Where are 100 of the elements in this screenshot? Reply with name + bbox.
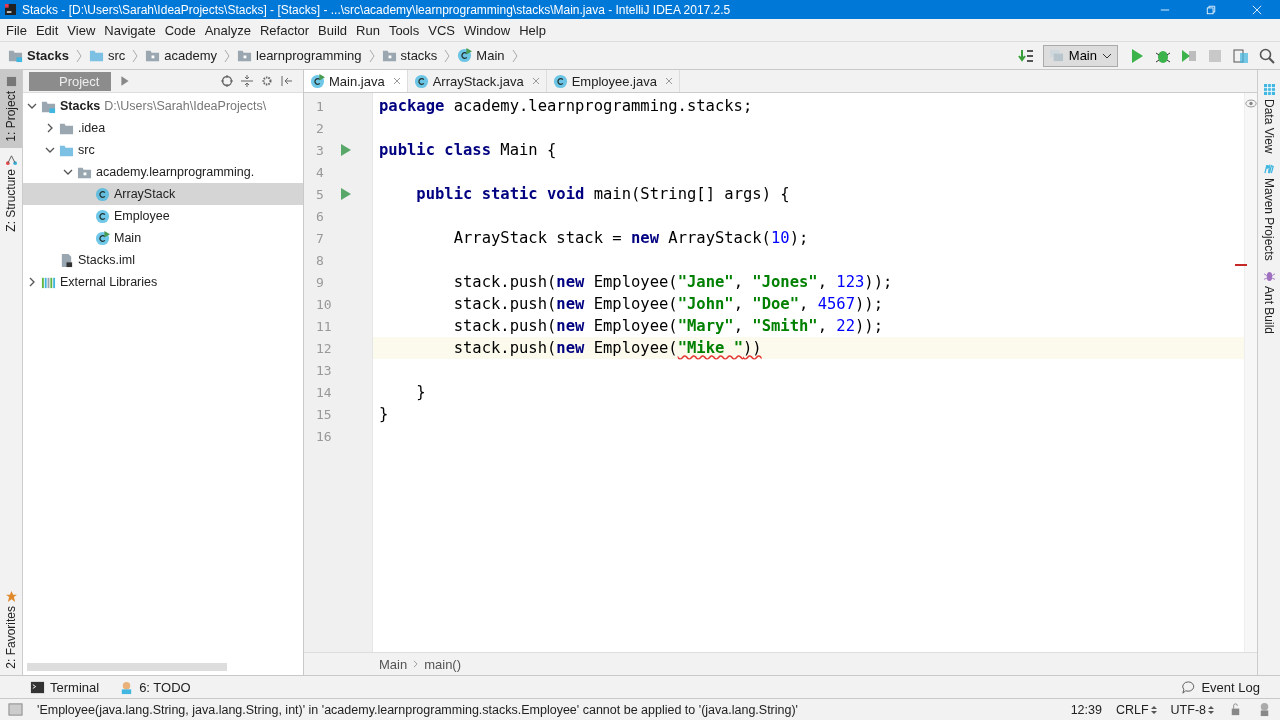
code-line: stack.push(new Employee("John", "Doe", 4567)); xyxy=(452,295,883,313)
maven-icon xyxy=(1263,163,1275,175)
run-icon[interactable] xyxy=(1129,47,1145,64)
breadcrumb-item[interactable]: academy xyxy=(164,48,217,63)
line-number: 7 xyxy=(316,230,324,246)
tool-window-tab[interactable]: Ant Build xyxy=(1258,271,1280,335)
restore-icon[interactable] xyxy=(1206,4,1216,15)
close-icon[interactable] xyxy=(392,77,401,85)
settings-icon[interactable] xyxy=(261,75,273,87)
line-number: 10 xyxy=(316,296,332,312)
eye-icon[interactable] xyxy=(1245,99,1257,108)
code-line: ArrayStack stack = new ArrayStack(10); xyxy=(452,229,809,247)
chevron-icon xyxy=(444,48,451,63)
close-icon[interactable] xyxy=(664,77,673,85)
terminal-icon xyxy=(30,679,45,695)
menu-item[interactable]: Tools xyxy=(384,22,425,38)
menu-item[interactable]: Run xyxy=(352,22,385,38)
tree-item-label[interactable]: .idea xyxy=(78,121,106,135)
editor-tab[interactable]: Main.java xyxy=(304,70,408,92)
menu-item[interactable]: Navigate xyxy=(100,22,161,38)
tool-window-tab[interactable]: Data View xyxy=(1258,84,1280,154)
tree-item-label[interactable]: academy.learnprogramming. xyxy=(96,165,255,179)
target-icon[interactable] xyxy=(221,75,233,87)
tool-window-button[interactable]: 6: TODO xyxy=(119,679,191,695)
tree-item-label[interactable]: ArrayStack xyxy=(114,187,176,201)
breadcrumb-item[interactable]: Main xyxy=(379,656,408,672)
menu-item[interactable]: Help xyxy=(515,22,551,38)
search-icon[interactable] xyxy=(1259,47,1275,64)
tree-item-label[interactable]: Stacks.iml xyxy=(78,253,135,267)
build-icon[interactable] xyxy=(1017,47,1034,64)
tool-window-tab[interactable]: 1: Project xyxy=(0,70,22,148)
table-icon xyxy=(1263,84,1275,95)
panel-toggle-icon[interactable] xyxy=(8,702,23,717)
tool-window-tab[interactable]: Z: Structure xyxy=(0,147,22,238)
collapse-icon[interactable] xyxy=(241,75,253,87)
tool-window-button[interactable]: Terminal xyxy=(30,679,100,695)
breadcrumb-item[interactable]: main() xyxy=(424,656,462,672)
up-down-arrows-icon xyxy=(1208,704,1214,715)
breadcrumb-item[interactable]: src xyxy=(107,48,126,63)
encoding-selector[interactable]: UTF-8 xyxy=(1170,702,1214,717)
app-icon xyxy=(5,4,16,15)
line-number: 14 xyxy=(316,384,332,400)
line-number: 4 xyxy=(316,164,324,180)
chevron-icon xyxy=(511,48,518,63)
editor-tab[interactable]: Employee.java xyxy=(546,70,680,92)
class-icon xyxy=(552,73,568,89)
window-title: Stacks - [D:\Users\Sarah\IdeaProjects\Stacks] - [Stacks] - ...\src\academy\learnprogramming\stacks\Main.java - IntelliJ IDEA 2017.2.5 xyxy=(22,2,731,17)
code-line: } xyxy=(379,405,389,423)
code-line: stack.push(new Employee("Mike ")) xyxy=(452,339,762,357)
up-down-arrows-icon xyxy=(1150,704,1157,715)
code-line: public static void main(String[] args) { xyxy=(415,185,790,203)
tool-window-tab[interactable]: Maven Projects xyxy=(1258,163,1280,262)
event-log-button[interactable]: Event Log xyxy=(1181,679,1260,695)
breadcrumb-item[interactable]: Stacks xyxy=(27,48,69,63)
editor-tab[interactable]: ArrayStack.java xyxy=(407,70,547,92)
line-number: 1 xyxy=(316,98,324,114)
close-icon[interactable] xyxy=(531,77,540,85)
caret-icon xyxy=(1102,52,1112,59)
speech-bubble-icon xyxy=(1181,679,1197,695)
hide-icon[interactable] xyxy=(281,75,293,87)
tree-item-label[interactable]: External Libraries xyxy=(60,275,158,289)
menu-item[interactable]: File xyxy=(2,22,32,38)
menu-item[interactable]: Build xyxy=(314,22,352,38)
menu-item[interactable]: VCS xyxy=(424,22,460,38)
tree-item-label[interactable]: Employee xyxy=(114,209,170,223)
tool-window-tab[interactable]: 2: Favorites xyxy=(0,585,22,675)
menu-item[interactable]: Analyze xyxy=(200,22,256,38)
line-separator-selector[interactable]: CRLF xyxy=(1115,702,1157,717)
horizontal-scrollbar[interactable] xyxy=(27,663,227,671)
line-number: 8 xyxy=(316,252,324,268)
run-gutter-icon[interactable] xyxy=(341,188,351,200)
line-number: 16 xyxy=(316,428,332,444)
run-configuration-dropdown[interactable]: Main xyxy=(1042,44,1118,67)
menu-item[interactable]: Edit xyxy=(31,22,64,38)
runnable-class-icon xyxy=(95,230,110,246)
menu-item[interactable]: Window xyxy=(459,22,516,38)
tree-item-label[interactable]: Main xyxy=(114,231,142,245)
runnable-class-icon xyxy=(457,48,473,63)
runnable-class-icon xyxy=(310,73,325,89)
breadcrumb-item[interactable]: learnprogramming xyxy=(256,48,362,63)
menu-item[interactable]: Refactor xyxy=(255,22,315,38)
breadcrumb-item[interactable]: stacks xyxy=(400,48,438,63)
chevron-icon xyxy=(132,48,139,63)
cursor-position[interactable]: 12:39 xyxy=(1070,702,1102,717)
menu-item[interactable]: View xyxy=(63,22,101,38)
project-path: D:\Users\Sarah\IdeaProjects\ xyxy=(104,99,267,113)
menu-item[interactable]: Code xyxy=(160,22,201,38)
tree-item-label[interactable]: src xyxy=(78,143,95,157)
line-number: 12 xyxy=(316,340,332,356)
code-line: stack.push(new Employee("Mary", "Smith", 22)); xyxy=(452,317,883,335)
breadcrumb-item[interactable]: Main xyxy=(476,48,505,63)
tree-item-label[interactable]: Stacks xyxy=(60,99,101,113)
coverage-icon[interactable] xyxy=(1181,47,1197,64)
project-folder-icon xyxy=(8,48,23,63)
application-icon xyxy=(1048,48,1064,63)
line-number: 6 xyxy=(316,208,324,224)
line-number: 2 xyxy=(316,120,324,136)
package-folder-icon xyxy=(381,48,397,63)
project-structure-icon[interactable] xyxy=(1233,47,1249,64)
run-gutter-icon[interactable] xyxy=(341,144,351,156)
